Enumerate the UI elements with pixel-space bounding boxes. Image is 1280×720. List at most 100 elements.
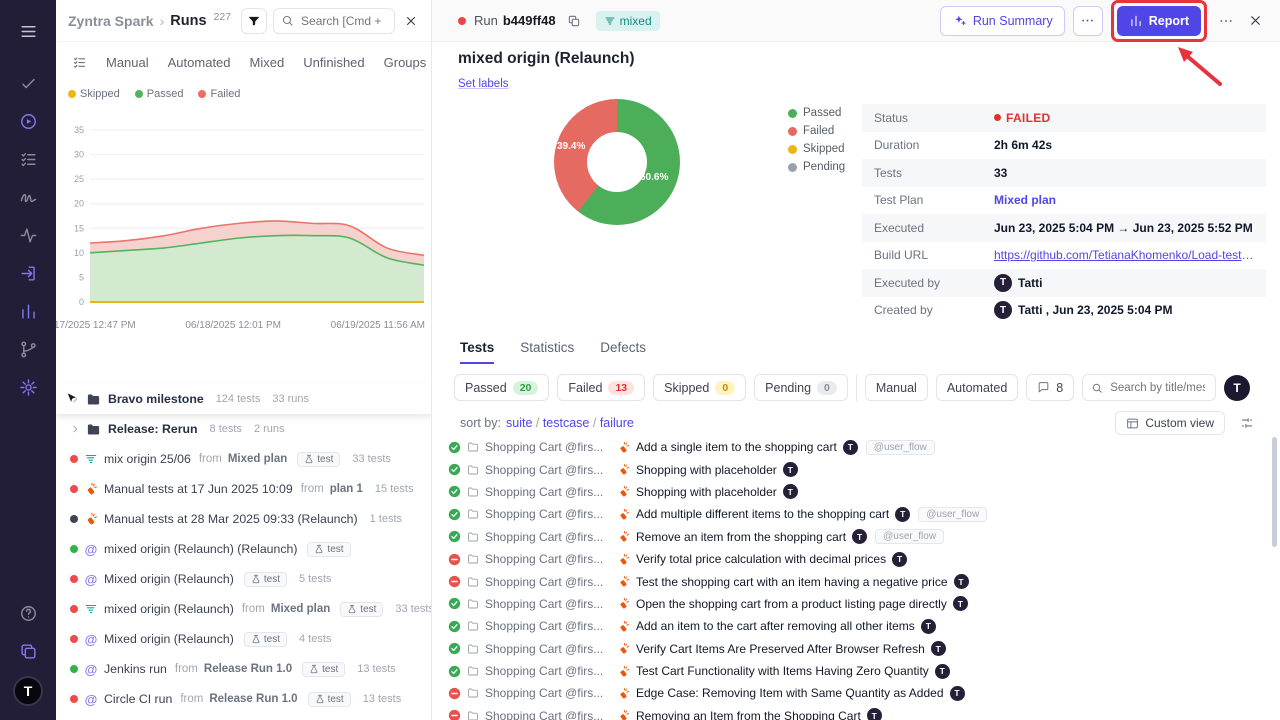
tab-defects[interactable]: Defects xyxy=(600,340,646,364)
runs-trend-chart: 05101520253035 xyxy=(56,106,431,318)
milestone-row[interactable]: Release: Rerun8 tests2 runs xyxy=(56,414,431,444)
filter-automated-button[interactable]: Automated xyxy=(936,374,1018,401)
test-row[interactable]: Shopping Cart @firs...Verify Cart Items … xyxy=(448,638,1260,660)
test-row[interactable]: Shopping Cart @firs...Add an item to the… xyxy=(448,615,1260,637)
info-value: Jun 23, 2025 5:04 PM → Jun 23, 2025 5:52… xyxy=(994,221,1254,235)
user-avatar[interactable]: T xyxy=(13,676,43,706)
runs-list: Bravo milestone124 tests33 runsRelease: … xyxy=(56,384,431,714)
scrollbar-thumb[interactable] xyxy=(1272,437,1277,547)
test-row[interactable]: Shopping Cart @firs...Add a single item … xyxy=(448,436,1260,458)
divider xyxy=(856,375,857,401)
report-button[interactable]: Report xyxy=(1117,6,1201,36)
test-row[interactable]: Shopping Cart @firs...Verify total price… xyxy=(448,548,1260,570)
plan-link[interactable]: Release Run 1.0 xyxy=(204,663,292,675)
failed-count: 13 xyxy=(608,381,634,395)
test-plan-link[interactable]: Mixed plan xyxy=(994,193,1056,207)
runs-search[interactable] xyxy=(273,8,395,34)
sort-by-testcase[interactable]: testcase xyxy=(543,416,590,430)
runs-tab-manual[interactable]: Manual xyxy=(106,55,149,70)
tab-statistics[interactable]: Statistics xyxy=(520,340,574,364)
runs-tab-unfinished[interactable]: Unfinished xyxy=(303,55,364,70)
run-row[interactable]: mix origin 25/06fromMixed plantest33 tes… xyxy=(56,444,431,474)
set-labels-link[interactable]: Set labels xyxy=(458,78,509,90)
assignee-filter-avatar[interactable]: T xyxy=(1224,375,1250,401)
plan-link[interactable]: Mixed plan xyxy=(271,603,330,615)
copy-run-id-button[interactable] xyxy=(564,11,584,31)
test-row[interactable]: Shopping Cart @firs...Test the shopping … xyxy=(448,570,1260,592)
runs-search-input[interactable] xyxy=(299,13,387,29)
test-row[interactable]: Shopping Cart @firs...Removing an Item f… xyxy=(448,705,1260,720)
sidebar-login-icon[interactable] xyxy=(9,254,47,292)
run-row[interactable]: mixed origin (Relaunch)fromMixed plantes… xyxy=(56,594,431,624)
test-row[interactable]: Shopping Cart @firs...Edge Case: Removin… xyxy=(448,682,1260,704)
comments-filter-button[interactable]: 8 xyxy=(1026,374,1074,401)
breadcrumb-project[interactable]: Zyntra Spark xyxy=(68,13,154,29)
info-value: 33 xyxy=(994,166,1254,180)
close-run-button[interactable] xyxy=(1245,10,1266,31)
plan-link[interactable]: Release Run 1.0 xyxy=(209,693,297,705)
runs-view-icon[interactable] xyxy=(72,55,87,70)
run-status-failed-dot xyxy=(70,455,78,463)
run-row[interactable]: @Circle CI runfromRelease Run 1.0test13 … xyxy=(56,684,431,714)
run-status-passed-dot xyxy=(70,665,78,673)
filter-button[interactable] xyxy=(241,8,267,34)
sidebar-play-circle-icon[interactable] xyxy=(9,102,47,140)
annotation-arrow xyxy=(1170,42,1230,90)
custom-view-button[interactable]: Custom view xyxy=(1115,411,1225,435)
close-runs-panel-button[interactable] xyxy=(401,11,421,31)
runs-tab-groups[interactable]: Groups xyxy=(384,55,427,70)
sidebar-check-icon[interactable] xyxy=(9,64,47,102)
test-row[interactable]: Shopping Cart @firs...Open the shopping … xyxy=(448,593,1260,615)
sidebar-menu-icon[interactable] xyxy=(9,12,47,50)
test-row[interactable]: Shopping Cart @firs...Add multiple diffe… xyxy=(448,503,1260,525)
test-badge: test xyxy=(308,692,351,707)
test-row[interactable]: Shopping Cart @firs...Shopping with plac… xyxy=(448,458,1260,480)
plan-link[interactable]: Mixed plan xyxy=(228,453,287,465)
run-summary-more-button[interactable] xyxy=(1073,6,1103,36)
sort-by-failure[interactable]: failure xyxy=(600,416,634,430)
sidebar-folders-icon[interactable] xyxy=(9,632,47,670)
plan-link[interactable]: plan 1 xyxy=(330,483,363,495)
milestone-row[interactable]: Bravo milestone124 tests33 runs xyxy=(56,384,431,414)
test-row[interactable]: Shopping Cart @firs...Test Cart Function… xyxy=(448,660,1260,682)
runs-tab-mixed[interactable]: Mixed xyxy=(250,55,285,70)
runs-tab-automated[interactable]: Automated xyxy=(168,55,231,70)
run-row[interactable]: Manual tests at 17 Jun 2025 10:09frompla… xyxy=(56,474,431,504)
test-row[interactable]: Shopping Cart @firs...Shopping with plac… xyxy=(448,481,1260,503)
sidebar-git-branch-icon[interactable] xyxy=(9,330,47,368)
from-label: from xyxy=(199,453,222,465)
sort-by-suite[interactable]: suite xyxy=(506,416,532,430)
test-badge: test xyxy=(244,632,287,647)
filter-pending-button[interactable]: Pending0 xyxy=(754,374,848,401)
sort-links: suite / testcase / failure xyxy=(506,416,634,430)
test-title: Removing an Item from the Shopping Cart xyxy=(636,709,861,720)
more-actions-button[interactable] xyxy=(1215,10,1237,32)
tests-search-input[interactable] xyxy=(1108,381,1207,395)
filter-failed-button[interactable]: Failed13 xyxy=(557,374,645,401)
run-tests-count: 4 tests xyxy=(299,633,331,645)
sidebar-gear-icon[interactable] xyxy=(9,368,47,406)
custom-view-label: Custom view xyxy=(1145,416,1214,430)
tab-tests[interactable]: Tests xyxy=(460,340,494,364)
filter-passed-button[interactable]: Passed20 xyxy=(454,374,549,401)
sliders-icon[interactable] xyxy=(1240,416,1254,430)
sidebar-activity-icon[interactable] xyxy=(9,216,47,254)
sidebar-checklist-icon[interactable] xyxy=(9,140,47,178)
sidebar-help-icon[interactable] xyxy=(9,594,47,632)
run-row[interactable]: Manual tests at 28 Mar 2025 09:33 (Relau… xyxy=(56,504,431,534)
filter-skipped-button[interactable]: Skipped0 xyxy=(653,374,746,401)
run-row[interactable]: @mixed origin (Relaunch) (Relaunch)test xyxy=(56,534,431,564)
run-row[interactable]: @Jenkins runfromRelease Run 1.0test13 te… xyxy=(56,654,431,684)
suite-icon xyxy=(467,710,479,720)
run-summary-button[interactable]: Run Summary xyxy=(940,6,1065,36)
sidebar-bar-chart-icon[interactable] xyxy=(9,292,47,330)
run-row[interactable]: @Mixed origin (Relaunch)test4 tests xyxy=(56,624,431,654)
suite-icon xyxy=(467,643,479,655)
tests-search[interactable] xyxy=(1082,374,1216,401)
sidebar-signature-icon[interactable] xyxy=(9,178,47,216)
manual-run-icon xyxy=(84,512,98,526)
run-row[interactable]: @Mixed origin (Relaunch)test5 tests xyxy=(56,564,431,594)
filter-manual-button[interactable]: Manual xyxy=(865,374,928,401)
build-url-link[interactable]: https://github.com/TetianaKhomenko/Load-… xyxy=(994,248,1254,262)
test-row[interactable]: Shopping Cart @firs...Remove an item fro… xyxy=(448,526,1260,548)
